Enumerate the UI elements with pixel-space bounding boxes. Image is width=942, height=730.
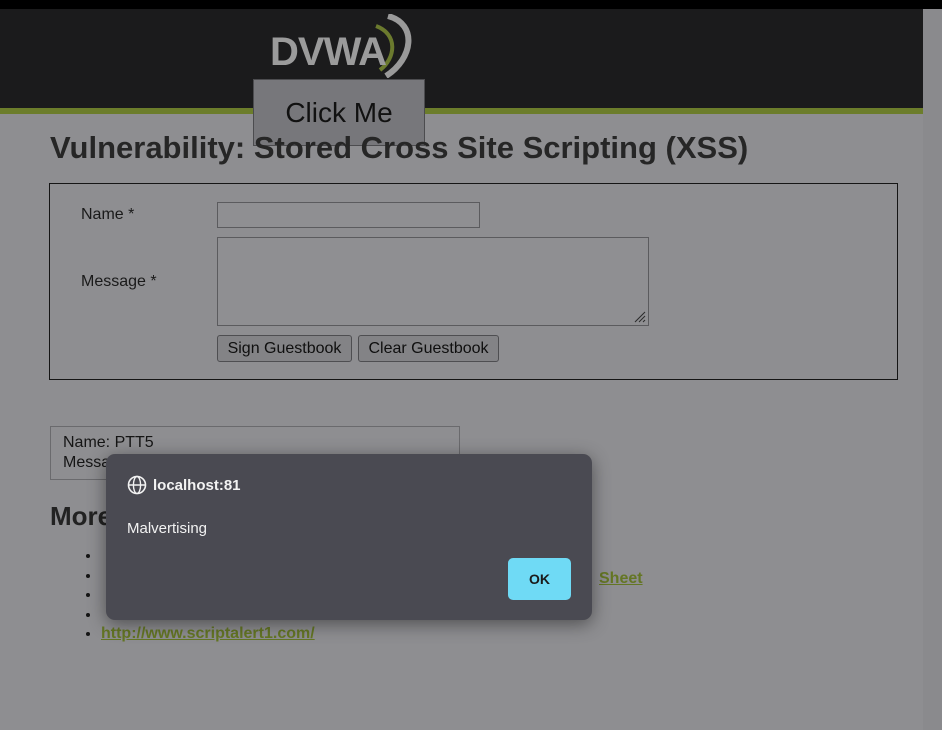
logo-text: DVWA <box>270 30 387 74</box>
dialog-message: Malvertising <box>127 520 208 537</box>
clear-guestbook-button[interactable]: Clear Guestbook <box>358 335 499 362</box>
entry-message: Messa <box>63 454 111 471</box>
alert-dialog: localhost:81 Malvertising OK <box>106 454 592 620</box>
entry-name: Name: PTT5 <box>63 434 154 451</box>
header-accent-line <box>0 108 923 114</box>
more-info-link-5[interactable]: http://www.scriptalert1.com/ <box>101 625 315 642</box>
message-label: Message * <box>81 273 157 290</box>
message-textarea[interactable] <box>217 237 649 326</box>
page-scrollbar[interactable] <box>923 9 942 730</box>
resize-grip-icon[interactable] <box>632 309 646 323</box>
more-info-heading: More <box>50 501 113 531</box>
sign-guestbook-button[interactable]: Sign Guestbook <box>217 335 352 362</box>
dvwa-header <box>0 9 923 108</box>
name-input[interactable] <box>217 202 480 228</box>
page-title: Vulnerability: Stored Cross Site Scripti… <box>50 130 749 165</box>
list-item: http://www.scriptalert1.com/ <box>101 625 315 645</box>
cheat-sheet-link[interactable]: Sheet <box>599 570 643 588</box>
ok-button[interactable]: OK <box>508 558 571 600</box>
dialog-origin: localhost:81 <box>153 477 241 494</box>
dvwa-logo: DVWA <box>268 14 418 78</box>
globe-icon <box>127 475 147 495</box>
browser-top-edge <box>0 0 942 9</box>
name-label: Name * <box>81 206 135 223</box>
